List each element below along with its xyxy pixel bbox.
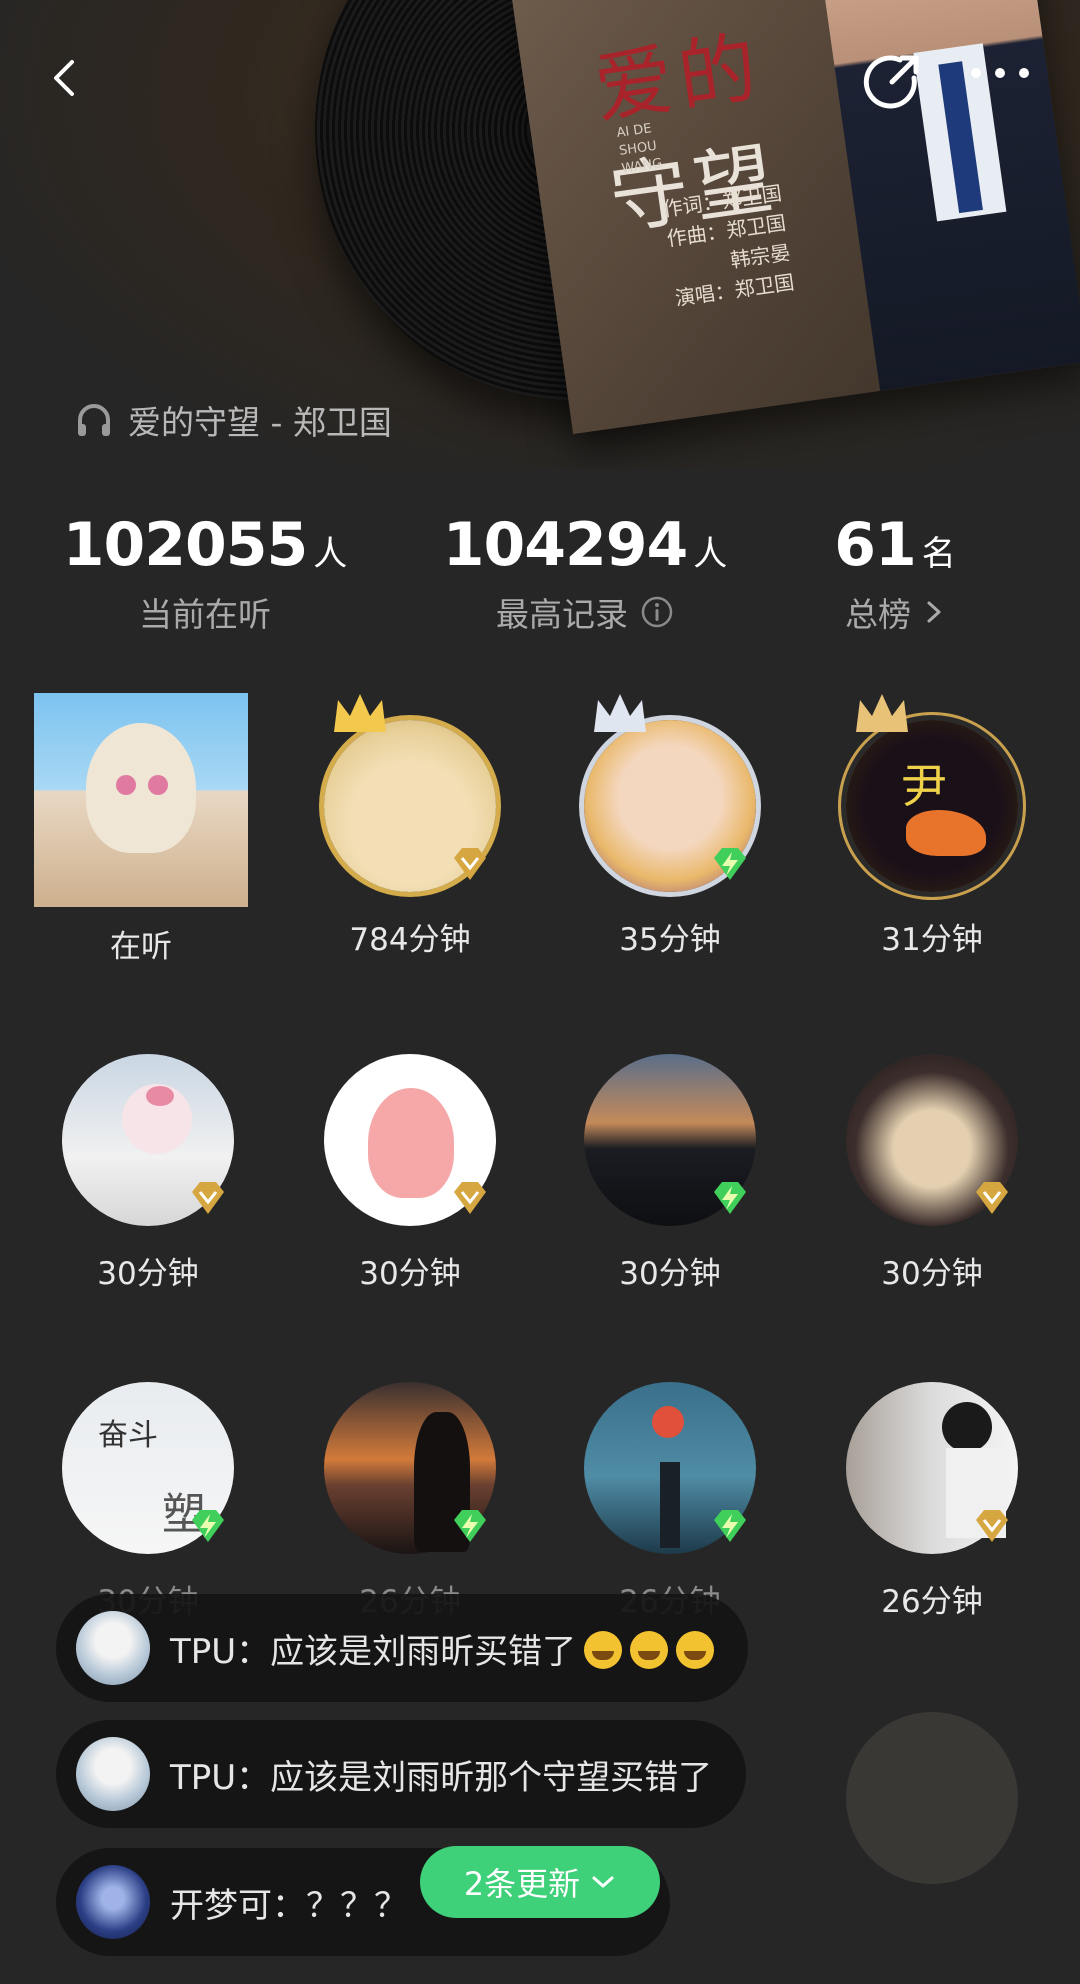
avatar: 尹: [846, 694, 1018, 892]
sweat-smile-emoji: [630, 1630, 669, 1669]
headphones-icon: [78, 404, 110, 436]
listener-item[interactable]: 784分钟: [310, 694, 510, 959]
green-vip-badge-icon: [714, 1510, 746, 1542]
more-icon: [971, 68, 1029, 78]
listener-item[interactable]: 26分钟: [832, 1382, 1032, 1621]
listener-item[interactable]: 30分钟: [570, 1054, 770, 1293]
crown-icon: [856, 694, 908, 732]
listener-item[interactable]: 在听: [34, 693, 248, 966]
listener-item[interactable]: 30分钟: [48, 1054, 248, 1293]
vip-badge-icon: [454, 848, 486, 880]
album-pinyin: AI DE SHOU WANG: [615, 121, 664, 177]
info-icon[interactable]: [640, 595, 674, 629]
avatar: 奋斗 塑: [62, 1382, 234, 1554]
avatar: [324, 1054, 496, 1226]
crown-icon: [594, 694, 646, 732]
avatar: [76, 1611, 150, 1685]
green-vip-badge-icon: [454, 1510, 486, 1542]
avatar: [324, 694, 496, 892]
comment-bubble[interactable]: TPU：应该是刘雨昕买错了: [56, 1594, 749, 1702]
vip-badge-icon: [976, 1182, 1008, 1214]
avatar: [76, 1865, 150, 1939]
listener-label: 35分钟: [619, 922, 721, 958]
avatar: [846, 1054, 1018, 1226]
avatar: [846, 1382, 1018, 1554]
green-vip-badge-icon: [192, 1510, 224, 1542]
listener-label: 30分钟: [881, 1256, 983, 1292]
listener-label: 30分钟: [359, 1256, 461, 1292]
back-button[interactable]: [44, 58, 84, 98]
listener-label: 31分钟: [881, 922, 983, 958]
comment-text: 开梦可：？？？: [170, 1885, 408, 1926]
crown-icon: [334, 694, 386, 732]
vip-badge-icon: [192, 1182, 224, 1214]
comment-bubble[interactable]: TPU：应该是刘雨昕那个守望买错了: [56, 1720, 747, 1828]
share-icon: [863, 55, 919, 109]
avatar: [76, 1737, 150, 1811]
comment-text: TPU：应该是刘雨昕买错了: [170, 1624, 715, 1673]
listener-label: 在听: [110, 929, 172, 965]
listener-item[interactable]: 26分钟: [570, 1382, 770, 1621]
listener-label: 26分钟: [881, 1584, 983, 1620]
listener-item[interactable]: 30分钟: [832, 1054, 1032, 1293]
song-info-row[interactable]: 爱的守望 - 郑卫国: [74, 398, 392, 442]
comment-text: TPU：应该是刘雨昕那个守望买错了: [170, 1757, 713, 1798]
avatar: [584, 1382, 756, 1554]
song-title: 爱的守望 - 郑卫国: [128, 403, 392, 442]
avatar: [324, 1382, 496, 1554]
listener-label: 30分钟: [97, 1256, 199, 1292]
share-button[interactable]: [860, 50, 922, 112]
listener-label: 30分钟: [619, 1256, 721, 1292]
listener-item[interactable]: 26分钟: [310, 1382, 510, 1621]
singer-photo: [818, 0, 1080, 391]
vip-badge-icon: [454, 1182, 486, 1214]
avatar: [62, 1054, 234, 1226]
green-vip-badge-icon: [714, 848, 746, 880]
album-credits: 作词：郑卫国 作曲：郑卫国 韩宗晏 演唱：郑卫国: [661, 180, 796, 311]
sweat-smile-emoji: [584, 1630, 623, 1669]
green-vip-badge-icon: [714, 1182, 746, 1214]
stat-ranking[interactable]: 61 名 总榜: [800, 510, 990, 636]
new-updates-button[interactable]: 2条更新: [420, 1846, 660, 1918]
vip-badge-icon: [976, 1510, 1008, 1542]
avatar: [584, 1054, 756, 1226]
stat-current-listening: 102055 人 当前在听: [62, 510, 348, 634]
stat-peak-record: 104294 人 最高记录: [442, 510, 728, 634]
avatar: [34, 693, 248, 907]
chevron-right-icon: [927, 601, 941, 623]
avatar: [584, 694, 756, 892]
sweat-smile-emoji: [676, 1630, 715, 1669]
listener-item[interactable]: 尹 31分钟: [832, 694, 1032, 959]
avatar[interactable]: [846, 1712, 1018, 1884]
listener-label: 784分钟: [349, 922, 471, 958]
listener-item[interactable]: 奋斗 塑 30分钟: [48, 1382, 248, 1621]
listener-item[interactable]: 35分钟: [570, 694, 770, 959]
chevron-left-icon: [54, 60, 74, 96]
more-button[interactable]: [962, 60, 1042, 100]
listener-item[interactable]: 30分钟: [310, 1054, 510, 1293]
chevron-down-icon: [592, 1876, 614, 1888]
